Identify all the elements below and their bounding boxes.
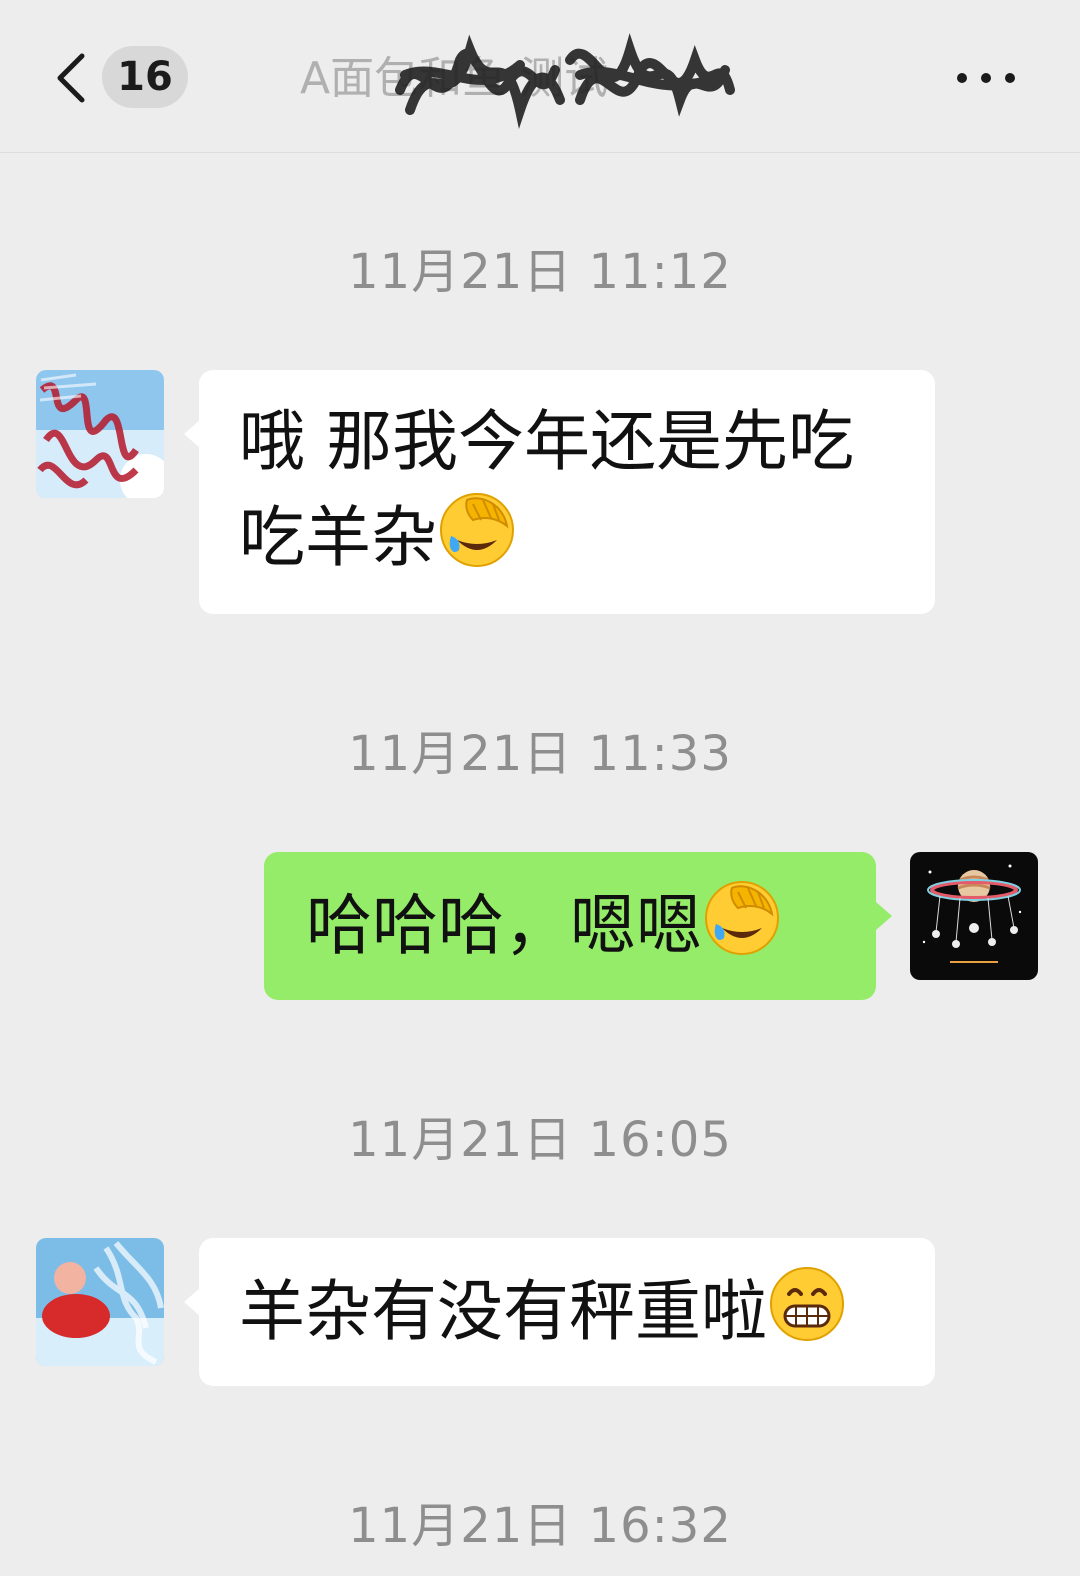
more-options-icon[interactable] xyxy=(952,60,1020,96)
message-text-line: 吃羊杂 xyxy=(239,490,895,586)
saturn-avatar-image xyxy=(910,852,1038,980)
unread-count-badge[interactable]: 16 xyxy=(102,46,188,108)
message-text: 吃羊杂 xyxy=(239,499,437,576)
laughing-facepalm-icon xyxy=(705,881,779,955)
message-text: 哈哈哈，嗯嗯 xyxy=(306,887,702,964)
laughing-facepalm-icon xyxy=(440,493,514,567)
message-timestamp: 11月21日 11:12 xyxy=(348,244,732,300)
contact-avatar-image xyxy=(36,370,164,498)
message-timestamp: 11月21日 16:32 xyxy=(348,1498,732,1554)
bubble-tail xyxy=(184,420,200,448)
redaction-scribble xyxy=(395,33,735,129)
back-chevron-icon[interactable] xyxy=(48,50,104,106)
bubble-tail xyxy=(184,1288,200,1316)
my-avatar[interactable] xyxy=(910,852,1038,980)
grinning-face-icon xyxy=(770,1267,844,1341)
bubble-tail xyxy=(876,902,892,930)
contact-avatar[interactable] xyxy=(36,1238,164,1366)
outgoing-message-bubble[interactable]: 哈哈哈，嗯嗯 xyxy=(264,852,876,1000)
incoming-message-bubble[interactable]: 羊杂有没有秤重啦 xyxy=(199,1238,935,1386)
contact-avatar[interactable] xyxy=(36,370,164,498)
message-text: 羊杂有没有秤重啦 xyxy=(239,1273,767,1350)
message-text-line: 哦 那我今年还是先吃 xyxy=(239,403,854,480)
chat-header: 16 A面包和鱼 测试 xyxy=(0,0,1080,153)
message-timestamp: 11月21日 16:05 xyxy=(348,1112,732,1168)
contact-avatar-image xyxy=(36,1238,164,1366)
message-timestamp: 11月21日 11:33 xyxy=(348,726,732,782)
incoming-message-bubble[interactable]: 哦 那我今年还是先吃 吃羊杂 xyxy=(199,370,935,614)
